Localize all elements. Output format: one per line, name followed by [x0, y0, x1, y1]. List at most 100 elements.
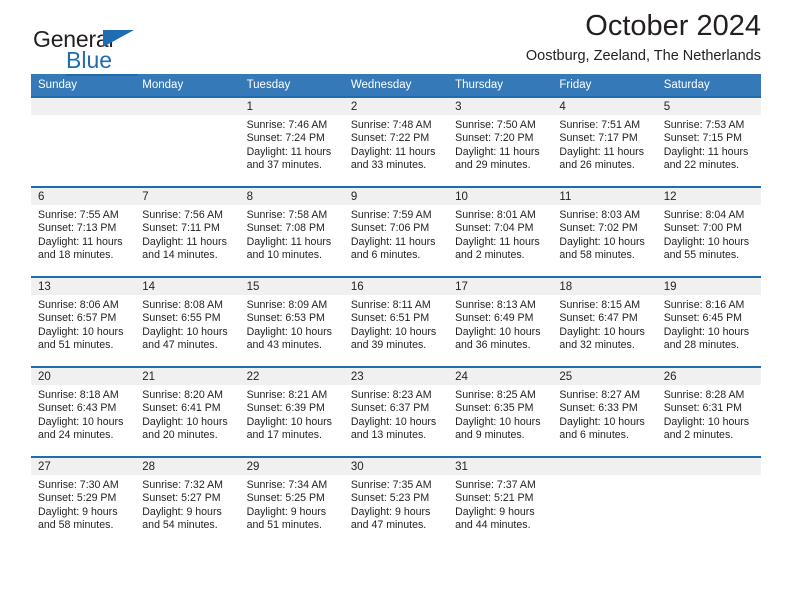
- calendar-week-row: 1 Sunrise: 7:46 AM Sunset: 7:24 PM Daylight…: [31, 96, 761, 187]
- calendar-day-cell[interactable]: 13 Sunrise: 8:06 AM Sunset: 6:57 PM Dayligh…: [31, 276, 136, 367]
- calendar-day-cell[interactable]: 9 Sunrise: 7:59 AM Sunset: 7:06 PM Daylight…: [343, 186, 449, 277]
- day-details: Sunrise: 7:50 AM Sunset: 7:20 PM Daylight:…: [448, 115, 552, 173]
- day-number: 14: [135, 278, 240, 295]
- day-number: 12: [656, 188, 761, 205]
- calendar-day-cell[interactable]: 5 Sunrise: 7:53 AM Sunset: 7:15 PM Daylight…: [656, 96, 761, 187]
- calendar-day-cell[interactable]: 15 Sunrise: 8:09 AM Sunset: 6:53 PM Dayligh…: [239, 276, 344, 367]
- calendar-day-cell[interactable]: 31 Sunrise: 7:37 AM Sunset: 5:21 PM Dayligh…: [448, 456, 553, 546]
- calendar-day-cell[interactable]: 10 Sunrise: 8:01 AM Sunset: 7:04 PM Dayligh…: [448, 186, 553, 277]
- calendar-day-cell[interactable]: 8 Sunrise: 7:58 AM Sunset: 7:08 PM Daylight…: [239, 186, 344, 277]
- calendar-day-cell[interactable]: 30 Sunrise: 7:35 AM Sunset: 5:23 PM Dayligh…: [343, 456, 449, 546]
- daylight-text-line2: and 26 minutes.: [559, 159, 635, 172]
- day-details: Sunrise: 7:59 AM Sunset: 7:06 PM Daylight:…: [344, 205, 448, 263]
- calendar-day-cell[interactable]: 18 Sunrise: 8:15 AM Sunset: 6:47 PM Dayligh…: [552, 276, 657, 367]
- daylight-text-line1: Daylight: 9 hours: [38, 505, 118, 518]
- calendar-day-cell[interactable]: 16 Sunrise: 8:11 AM Sunset: 6:51 PM Dayligh…: [343, 276, 449, 367]
- sunset-text: Sunset: 7:15 PM: [663, 132, 743, 145]
- daylight-text-line1: Daylight: 10 hours: [350, 415, 437, 428]
- sunrise-text: Sunrise: 7:34 AM: [246, 479, 328, 491]
- day-number: 9: [343, 188, 449, 205]
- day-details: Sunrise: 8:09 AM Sunset: 6:53 PM Daylight:…: [240, 295, 344, 353]
- sunrise-text: Sunrise: 8:20 AM: [142, 389, 223, 401]
- calendar-day-cell[interactable]: 25 Sunrise: 8:27 AM Sunset: 6:33 PM Dayligh…: [552, 366, 657, 457]
- day-number: 23: [343, 368, 449, 385]
- sunrise-text: Sunrise: 8:13 AM: [455, 299, 536, 311]
- calendar-day-cell[interactable]: 21 Sunrise: 8:20 AM Sunset: 6:41 PM Dayligh…: [135, 366, 240, 457]
- day-details: Sunrise: 7:35 AM Sunset: 5:23 PM Daylight:…: [344, 475, 448, 533]
- sunset-text: Sunset: 6:37 PM: [350, 402, 430, 415]
- daylight-text-line2: and 37 minutes.: [246, 159, 322, 172]
- sunrise-text: Sunrise: 8:01 AM: [455, 209, 536, 221]
- daylight-text-line1: Daylight: 11 hours: [246, 145, 332, 158]
- sunrise-text: Sunrise: 7:32 AM: [142, 479, 223, 491]
- day-details: Sunrise: 8:20 AM Sunset: 6:41 PM Daylight:…: [135, 385, 239, 443]
- daylight-text-line2: and 6 minutes.: [350, 249, 421, 262]
- day-details: Sunrise: 7:48 AM Sunset: 7:22 PM Daylight:…: [344, 115, 448, 173]
- calendar-day-cell-empty: [656, 456, 761, 546]
- daylight-text-line2: and 39 minutes.: [350, 339, 427, 352]
- calendar-day-cell[interactable]: 11 Sunrise: 8:03 AM Sunset: 7:02 PM Dayligh…: [552, 186, 657, 277]
- day-number: 28: [135, 458, 240, 475]
- calendar-day-cell-empty: [135, 96, 240, 187]
- daylight-text-line1: Daylight: 10 hours: [559, 415, 645, 428]
- calendar-day-cell[interactable]: 27 Sunrise: 7:30 AM Sunset: 5:29 PM Dayligh…: [31, 456, 136, 546]
- day-number: 24: [448, 368, 553, 385]
- sunset-text: Sunset: 7:20 PM: [455, 132, 534, 145]
- sunrise-text: Sunrise: 7:51 AM: [559, 119, 641, 131]
- sunset-text: Sunset: 7:08 PM: [246, 222, 325, 235]
- daylight-text-line1: Daylight: 10 hours: [663, 325, 750, 338]
- calendar-day-cell[interactable]: 6 Sunrise: 7:55 AM Sunset: 7:13 PM Daylight…: [31, 186, 136, 277]
- calendar-day-cell[interactable]: 24 Sunrise: 8:25 AM Sunset: 6:35 PM Dayligh…: [448, 366, 553, 457]
- day-number: 29: [239, 458, 344, 475]
- daylight-text-line1: Daylight: 10 hours: [559, 325, 645, 338]
- calendar-day-cell[interactable]: 23 Sunrise: 8:23 AM Sunset: 6:37 PM Dayligh…: [343, 366, 449, 457]
- calendar-day-cell[interactable]: 14 Sunrise: 8:08 AM Sunset: 6:55 PM Dayligh…: [135, 276, 240, 367]
- daylight-text-line1: Daylight: 9 hours: [142, 505, 222, 518]
- daylight-text-line1: Daylight: 10 hours: [38, 325, 124, 338]
- daylight-text-line2: and 29 minutes.: [455, 159, 531, 172]
- sunrise-text: Sunrise: 7:35 AM: [350, 479, 432, 491]
- sunset-text: Sunset: 6:51 PM: [350, 312, 430, 325]
- general-blue-logo[interactable]: General Blue: [33, 28, 233, 78]
- day-number: 8: [239, 188, 344, 205]
- calendar-day-cell[interactable]: 26 Sunrise: 8:28 AM Sunset: 6:31 PM Dayligh…: [656, 366, 761, 457]
- calendar-day-cell[interactable]: 3 Sunrise: 7:50 AM Sunset: 7:20 PM Daylight…: [448, 96, 553, 187]
- daylight-text-line2: and 47 minutes.: [142, 339, 218, 352]
- sunset-text: Sunset: 6:31 PM: [663, 402, 743, 415]
- sunrise-text: Sunrise: 8:28 AM: [663, 389, 745, 401]
- daylight-text-line2: and 43 minutes.: [246, 339, 322, 352]
- calendar-day-cell[interactable]: 17 Sunrise: 8:13 AM Sunset: 6:49 PM Dayligh…: [448, 276, 553, 367]
- daylight-text-line1: Daylight: 9 hours: [455, 505, 535, 518]
- calendar-body: 1 Sunrise: 7:46 AM Sunset: 7:24 PM Daylight…: [31, 96, 761, 546]
- day-details: Sunrise: 8:25 AM Sunset: 6:35 PM Daylight:…: [448, 385, 552, 443]
- calendar-day-cell[interactable]: 1 Sunrise: 7:46 AM Sunset: 7:24 PM Daylight…: [239, 96, 344, 187]
- day-details: Sunrise: 8:06 AM Sunset: 6:57 PM Daylight:…: [31, 295, 135, 353]
- daylight-text-line2: and 24 minutes.: [38, 429, 114, 442]
- sunset-text: Sunset: 6:35 PM: [455, 402, 534, 415]
- daylight-text-line1: Daylight: 11 hours: [350, 145, 436, 158]
- sunrise-text: Sunrise: 8:04 AM: [663, 209, 745, 221]
- day-details: Sunrise: 8:16 AM Sunset: 6:45 PM Daylight:…: [657, 295, 761, 353]
- sunset-text: Sunset: 6:47 PM: [559, 312, 638, 325]
- sunset-text: Sunset: 6:33 PM: [559, 402, 638, 415]
- daylight-text-line1: Daylight: 10 hours: [38, 415, 124, 428]
- sunrise-text: Sunrise: 8:08 AM: [142, 299, 223, 311]
- title-block: October 2024 Oostburg, Zeeland, The Neth…: [526, 10, 761, 66]
- calendar-day-cell[interactable]: 20 Sunrise: 8:18 AM Sunset: 6:43 PM Dayligh…: [31, 366, 136, 457]
- calendar-day-cell[interactable]: 28 Sunrise: 7:32 AM Sunset: 5:27 PM Dayligh…: [135, 456, 240, 546]
- calendar-day-cell[interactable]: 22 Sunrise: 8:21 AM Sunset: 6:39 PM Dayligh…: [239, 366, 344, 457]
- logo-text-blue: Blue: [66, 47, 113, 73]
- calendar-day-cell[interactable]: 7 Sunrise: 7:56 AM Sunset: 7:11 PM Daylight…: [135, 186, 240, 277]
- day-details: Sunrise: 8:28 AM Sunset: 6:31 PM Daylight:…: [657, 385, 761, 443]
- daylight-text-line1: Daylight: 10 hours: [142, 415, 228, 428]
- sunrise-text: Sunrise: 8:11 AM: [350, 299, 431, 311]
- calendar-day-cell[interactable]: 2 Sunrise: 7:48 AM Sunset: 7:22 PM Daylight…: [343, 96, 449, 187]
- day-number: 5: [656, 98, 761, 115]
- calendar-day-cell[interactable]: 19 Sunrise: 8:16 AM Sunset: 6:45 PM Dayligh…: [656, 276, 761, 367]
- calendar-day-cell[interactable]: 4 Sunrise: 7:51 AM Sunset: 7:17 PM Daylight…: [552, 96, 657, 187]
- weekday-header-wednesday: Wednesday: [343, 74, 449, 97]
- calendar-day-cell[interactable]: 12 Sunrise: 8:04 AM Sunset: 7:00 PM Dayligh…: [656, 186, 761, 277]
- daylight-text-line1: Daylight: 10 hours: [350, 325, 437, 338]
- day-details: Sunrise: 8:11 AM Sunset: 6:51 PM Daylight:…: [344, 295, 448, 353]
- calendar-day-cell[interactable]: 29 Sunrise: 7:34 AM Sunset: 5:25 PM Dayligh…: [239, 456, 344, 546]
